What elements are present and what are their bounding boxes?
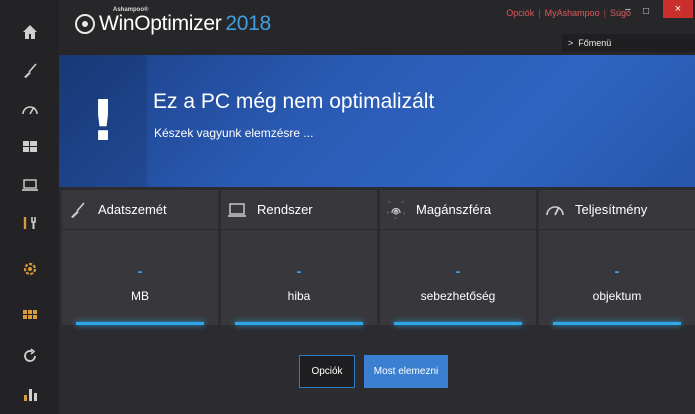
windows-icon xyxy=(22,141,37,152)
card-performance[interactable]: Teljesítmény - objektum xyxy=(539,190,695,325)
card-title: Rendszer xyxy=(257,202,313,217)
banner-title: Ez a PC még nem optimalizált xyxy=(153,90,435,113)
main-menu-label: Főmenü xyxy=(578,38,612,48)
sidebar-item-cleaner[interactable] xyxy=(0,52,59,90)
sidebar-item-settings[interactable] xyxy=(0,250,59,288)
card-header: Magánszféra xyxy=(380,190,536,230)
maximize-button[interactable]: □ xyxy=(643,6,649,17)
warning-panel: ! xyxy=(59,55,147,187)
speedometer-icon xyxy=(546,205,564,215)
sidebar-item-performance[interactable] xyxy=(0,90,59,128)
scan-now-button[interactable]: Most elemezni xyxy=(364,355,448,388)
sidebar-item-system[interactable] xyxy=(0,166,59,204)
sidebar-item-tools[interactable] xyxy=(0,204,59,242)
logo-gear-icon xyxy=(75,14,95,34)
header: Ashampoo® WinOptimizer 2018 Opciók | MyAs… xyxy=(59,0,695,55)
refresh-icon xyxy=(23,348,36,362)
chevron-right-icon: > xyxy=(568,38,574,48)
menu-options-link[interactable]: Opciók xyxy=(506,8,534,18)
app-logo: Ashampoo® WinOptimizer 2018 xyxy=(75,7,271,36)
speedometer-icon xyxy=(21,106,38,115)
brand-small: Ashampoo® xyxy=(113,7,149,13)
card-title: Magánszféra xyxy=(416,202,492,217)
card-title: Adatszemét xyxy=(98,202,167,217)
card-accent-bar xyxy=(235,322,363,325)
card-unit: hiba xyxy=(287,289,311,303)
status-banner: ! Ez a PC még nem optimalizált Készek va… xyxy=(59,55,695,187)
main-menu-button[interactable]: > Főmenü xyxy=(562,34,695,52)
brand-year: 2018 xyxy=(225,12,271,35)
card-system[interactable]: Rendszer - hiba xyxy=(221,190,377,325)
menu-separator: | xyxy=(538,8,541,18)
card-unit: sebezhetőség xyxy=(420,289,496,303)
card-header: Teljesítmény xyxy=(539,190,695,230)
sidebar-item-restore[interactable] xyxy=(0,337,59,375)
card-header: Rendszer xyxy=(221,190,377,230)
options-button[interactable]: Opciók xyxy=(299,355,355,388)
card-value: - xyxy=(614,263,620,280)
minimize-button[interactable]: – xyxy=(625,4,631,15)
banner-subtitle: Készek vagyunk elemzésre ... xyxy=(154,126,314,140)
close-button[interactable]: × xyxy=(663,0,693,18)
sidebar-item-windows[interactable] xyxy=(0,128,59,166)
tools-icon xyxy=(23,217,36,229)
card-unit: MB xyxy=(131,289,149,303)
card-value: - xyxy=(455,263,461,280)
app-window: Ashampoo® WinOptimizer 2018 Opciók | MyAs… xyxy=(0,0,695,414)
fingerprint-icon xyxy=(387,201,405,218)
card-privacy[interactable]: Magánszféra - sebezhetőség xyxy=(380,190,536,325)
grid-icon xyxy=(22,310,37,319)
top-menu: Opciók | MyAshampoo | Súgó xyxy=(506,8,631,18)
broom-icon xyxy=(23,63,37,78)
card-value: - xyxy=(137,263,143,280)
laptop-icon xyxy=(21,179,38,191)
stats-icon xyxy=(23,389,37,401)
card-accent-bar xyxy=(553,322,681,325)
menu-myashampoo-link[interactable]: MyAshampoo xyxy=(545,8,600,18)
card-unit: objektum xyxy=(592,289,642,303)
card-value: - xyxy=(296,263,302,280)
broom-icon xyxy=(71,201,85,218)
card-accent-bar xyxy=(394,322,522,325)
card-junk[interactable]: Adatszemét - MB xyxy=(62,190,218,325)
card-title: Teljesítmény xyxy=(575,202,648,217)
sidebar-item-home[interactable] xyxy=(0,14,59,50)
sidebar xyxy=(0,0,59,414)
card-header: Adatszemét xyxy=(62,190,218,230)
stats-cards: Adatszemét - MB Rendszer - hiba Magánszf… xyxy=(62,190,695,325)
menu-separator: | xyxy=(603,8,606,18)
sidebar-item-stats[interactable] xyxy=(0,375,59,413)
brand-name: WinOptimizer 2018 xyxy=(99,12,271,35)
exclamation-icon: ! xyxy=(90,88,116,154)
sidebar-item-modules[interactable] xyxy=(0,296,59,334)
laptop-icon xyxy=(228,202,246,217)
card-accent-bar xyxy=(76,322,204,325)
home-icon xyxy=(22,25,37,39)
gear-icon xyxy=(23,262,36,276)
